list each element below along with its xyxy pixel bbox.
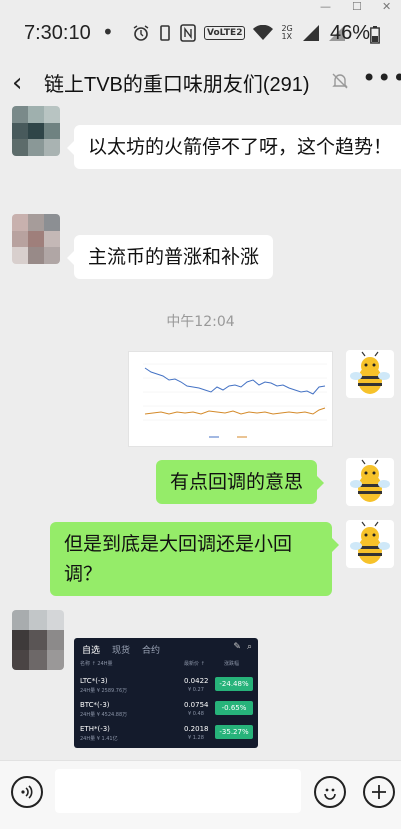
col-price: 最新价 ↑ [184,661,205,667]
close-icon[interactable]: ✕ [382,0,391,13]
avatar[interactable] [12,214,60,264]
coin-volume: 24H量 ¥ 2589.76万 [80,688,128,694]
add-icon[interactable] [363,776,395,808]
message-text: 有点回调的意思 [170,471,304,493]
avatar[interactable] [346,520,394,568]
avatar[interactable] [346,350,394,398]
bee-avatar-icon [350,459,390,502]
coin-price-cny: ¥ 0.48 [188,711,204,717]
coin-volume: 24H量 ¥ 1.41亿 [80,736,118,742]
coin-name: LTC*(-3) [80,677,108,685]
bee-avatar-icon [350,351,390,394]
avatar[interactable] [346,458,394,506]
avatar[interactable] [12,106,60,156]
list-item: BTC*(-3) 24H量 ¥ 4524.88万 0.0754 ¥ 0.48 -… [74,698,258,722]
tab-spot: 现货 [112,646,131,656]
wifi-icon [253,25,274,40]
status-dot: • [102,20,114,44]
status-bar: 7:30:10 • VoLTE2 2G 1X 46% [0,18,401,54]
coin-price-cny: ¥ 1.28 [188,735,204,741]
battery-percent: 46% [330,22,371,44]
back-arrow-icon[interactable]: ‹ [12,68,22,98]
message-text: 主流币的普涨和补涨 [88,246,260,268]
window-controls: — ☐ ✕ [0,0,401,14]
message-bubble[interactable]: 以太坊的火箭停不了呀，这个趋势！ [67,125,401,169]
coin-change: -35.27% [215,725,253,739]
coin-price: 0.2018 [184,725,209,733]
mute-bell-icon [332,73,348,89]
signal-icon [303,25,320,41]
battery-icon [370,26,380,44]
chat-header: ‹ 链上TVB的重口味朋友们(291) ••• [0,62,401,102]
tab-favorites: 自选 [82,646,101,656]
coin-price: 0.0422 [184,677,209,685]
message-input[interactable] [55,769,301,813]
volte-badge: VoLTE2 [204,26,246,40]
list-item: LTC*(-3) 24H量 ¥ 2589.76万 0.0422 ¥ 0.27 -… [74,674,258,698]
timestamp: 中午12:04 [166,314,235,330]
coin-volume: 24H量 ¥ 4524.88万 [80,712,128,718]
message-bubble[interactable]: 有点回调的意思 [156,460,325,504]
coin-name: ETH*(-3) [80,725,110,733]
coin-change: -24.48% [215,677,253,691]
coin-change: -0.65% [215,701,253,715]
chat-title: 链上TVB的重口味朋友们(291) [44,74,310,96]
coin-price: 0.0754 [184,701,209,709]
alarm-icon [133,25,149,41]
maximize-icon[interactable]: ☐ [352,0,362,13]
message-text: 但是到底是大回调还是小回调？ [64,533,293,585]
emoji-icon[interactable] [314,776,346,808]
coin-price-cny: ¥ 0.27 [188,687,204,693]
edit-icon: ✎ [233,642,241,652]
chart-image[interactable] [128,351,333,447]
tab-contract: 合约 [142,646,161,656]
network-type: 2G 1X [281,24,293,41]
col-name: 名称 ↑ 24H量 [80,661,113,667]
status-time: 7:30:10 [24,22,91,44]
list-item: ETH*(-3) 24H量 ¥ 1.41亿 0.2018 ¥ 1.28 -35.… [74,722,258,746]
input-bar [0,760,401,829]
message-bubble[interactable]: 但是到底是大回调还是小回调？ [50,522,339,596]
minimize-icon[interactable]: — [320,0,331,13]
search-icon: ⌕ [246,642,252,652]
voice-icon[interactable] [11,776,43,808]
chart-thumbnail [143,363,327,438]
avatar[interactable] [12,610,64,670]
coin-name: BTC*(-3) [80,701,110,709]
col-change: 涨跌幅 [224,661,240,667]
more-options-icon[interactable]: ••• [362,64,401,92]
message-text: 以太坊的火箭停不了呀，这个趋势！ [88,136,393,158]
stock-image[interactable]: 自选 现货 合约 ✎ ⌕ 名称 ↑ 24H量 最新价 ↑ 涨跌幅 LTC*(-3… [74,638,258,748]
vibrate-icon [160,25,170,41]
bee-avatar-icon [350,521,390,564]
nfc-icon [180,24,196,42]
message-bubble[interactable]: 主流币的普涨和补涨 [66,235,274,279]
